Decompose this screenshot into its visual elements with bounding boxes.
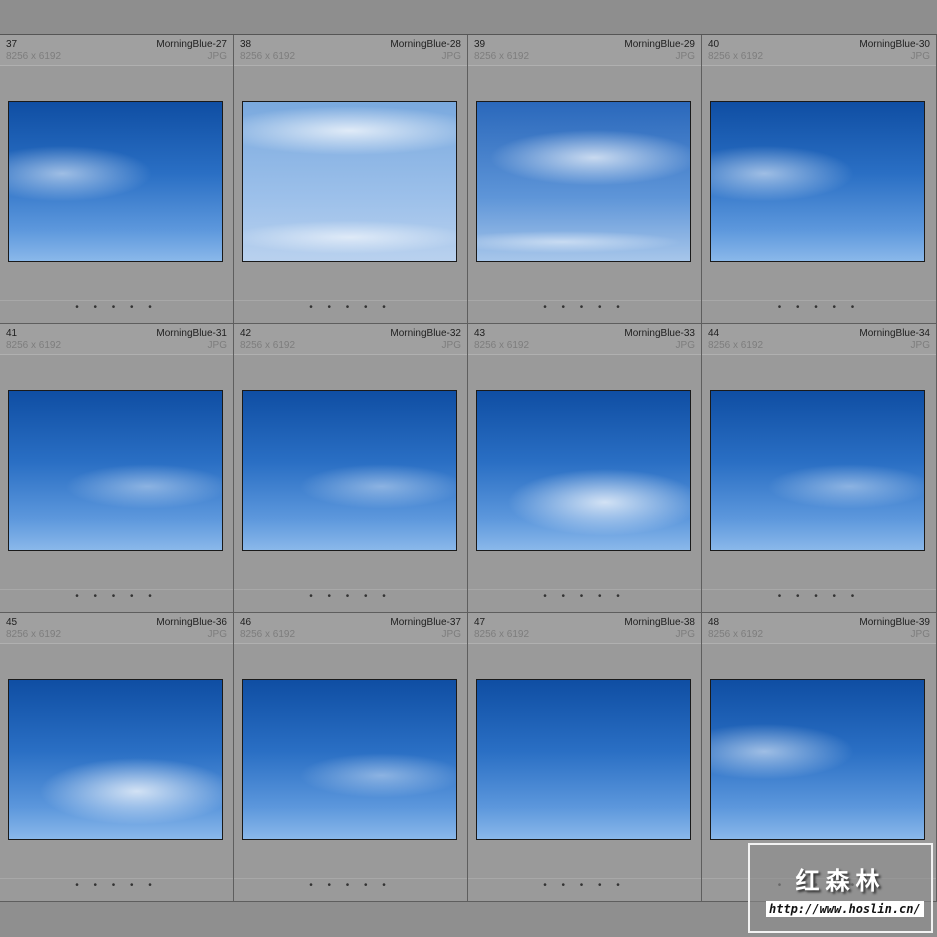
star-rating[interactable]: • • • • •: [468, 589, 701, 610]
photo-cell[interactable]: 39 MorningBlue-29 8256 x 6192 JPG • • • …: [468, 35, 702, 324]
star-rating[interactable]: • • • • •: [468, 878, 701, 899]
watermark-url: http://www.hoslin.cn/: [766, 901, 924, 917]
photo-cell[interactable]: 37 MorningBlue-27 8256 x 6192 JPG • • • …: [0, 35, 234, 324]
photo-cell[interactable]: 46 MorningBlue-37 8256 x 6192 JPG • • • …: [234, 613, 468, 902]
photo-thumbnail[interactable]: [476, 101, 691, 262]
photo-dimensions: 8256 x 6192: [708, 51, 764, 62]
photo-thumbnail[interactable]: [710, 679, 925, 840]
cell-header: 37 MorningBlue-27 8256 x 6192 JPG: [0, 35, 233, 66]
photo-dimensions: 8256 x 6192: [240, 340, 296, 351]
photo-dimensions: 8256 x 6192: [474, 629, 530, 640]
photo-filetype: JPG: [675, 629, 695, 640]
star-rating[interactable]: • • • • •: [0, 589, 233, 610]
photo-dimensions: 8256 x 6192: [6, 51, 62, 62]
photo-thumbnail[interactable]: [8, 390, 223, 551]
photo-filetype: JPG: [441, 51, 461, 62]
photo-thumbnail[interactable]: [242, 679, 457, 840]
star-rating[interactable]: • • • • •: [702, 589, 936, 610]
photo-index: 42: [240, 328, 252, 339]
star-rating[interactable]: • • • • •: [234, 300, 467, 321]
watermark-title: 红森林: [795, 868, 886, 895]
photo-thumbnail[interactable]: [476, 390, 691, 551]
photo-index: 41: [6, 328, 18, 339]
photo-thumbnail[interactable]: [8, 101, 223, 262]
photo-dimensions: 8256 x 6192: [474, 51, 530, 62]
cell-header: 40 MorningBlue-30 8256 x 6192 JPG: [702, 35, 936, 66]
photo-cell[interactable]: 45 MorningBlue-36 8256 x 6192 JPG • • • …: [0, 613, 234, 902]
photo-filetype: JPG: [910, 629, 930, 640]
photo-filename: MorningBlue-30: [859, 39, 930, 50]
photo-cell[interactable]: 41 MorningBlue-31 8256 x 6192 JPG • • • …: [0, 324, 234, 613]
photo-filename: MorningBlue-27: [156, 39, 227, 50]
photo-filetype: JPG: [207, 340, 227, 351]
photo-filename: MorningBlue-31: [156, 328, 227, 339]
photo-cell[interactable]: 47 MorningBlue-38 8256 x 6192 JPG • • • …: [468, 613, 702, 902]
watermark: 红森林 http://www.hoslin.cn/: [748, 843, 933, 933]
photo-filetype: JPG: [207, 51, 227, 62]
photo-index: 47: [474, 617, 486, 628]
photo-cell[interactable]: 43 MorningBlue-33 8256 x 6192 JPG • • • …: [468, 324, 702, 613]
cell-header: 46 MorningBlue-37 8256 x 6192 JPG: [234, 613, 467, 644]
photo-filetype: JPG: [910, 340, 930, 351]
toolbar-area: [0, 0, 937, 35]
photo-cell[interactable]: 42 MorningBlue-32 8256 x 6192 JPG • • • …: [234, 324, 468, 613]
photo-filename: MorningBlue-32: [390, 328, 461, 339]
photo-dimensions: 8256 x 6192: [708, 629, 764, 640]
star-rating[interactable]: • • • • •: [702, 300, 936, 321]
photo-filetype: JPG: [441, 340, 461, 351]
photo-filename: MorningBlue-36: [156, 617, 227, 628]
photo-filetype: JPG: [441, 629, 461, 640]
photo-filename: MorningBlue-28: [390, 39, 461, 50]
photo-filetype: JPG: [675, 340, 695, 351]
star-rating[interactable]: • • • • •: [0, 300, 233, 321]
photo-thumbnail[interactable]: [710, 390, 925, 551]
star-rating[interactable]: • • • • •: [234, 589, 467, 610]
photo-cell[interactable]: 38 MorningBlue-28 8256 x 6192 JPG • • • …: [234, 35, 468, 324]
photo-filetype: JPG: [207, 629, 227, 640]
photo-dimensions: 8256 x 6192: [6, 340, 62, 351]
photo-index: 39: [474, 39, 486, 50]
photo-dimensions: 8256 x 6192: [6, 629, 62, 640]
cell-header: 48 MorningBlue-39 8256 x 6192 JPG: [702, 613, 936, 644]
photo-filename: MorningBlue-39: [859, 617, 930, 628]
cell-header: 38 MorningBlue-28 8256 x 6192 JPG: [234, 35, 467, 66]
photo-index: 38: [240, 39, 252, 50]
photo-index: 37: [6, 39, 18, 50]
photo-index: 40: [708, 39, 720, 50]
photo-cell[interactable]: 44 MorningBlue-34 8256 x 6192 JPG • • • …: [702, 324, 937, 613]
photo-filename: MorningBlue-34: [859, 328, 930, 339]
photo-index: 43: [474, 328, 486, 339]
photo-dimensions: 8256 x 6192: [474, 340, 530, 351]
photo-index: 46: [240, 617, 252, 628]
photo-thumbnail[interactable]: [476, 679, 691, 840]
photo-index: 45: [6, 617, 18, 628]
photo-filetype: JPG: [675, 51, 695, 62]
photo-filename: MorningBlue-33: [624, 328, 695, 339]
photo-dimensions: 8256 x 6192: [240, 629, 296, 640]
photo-thumbnail[interactable]: [242, 390, 457, 551]
cell-header: 45 MorningBlue-36 8256 x 6192 JPG: [0, 613, 233, 644]
photo-filetype: JPG: [910, 51, 930, 62]
photo-dimensions: 8256 x 6192: [240, 51, 296, 62]
star-rating[interactable]: • • • • •: [234, 878, 467, 899]
photo-filename: MorningBlue-38: [624, 617, 695, 628]
cell-header: 39 MorningBlue-29 8256 x 6192 JPG: [468, 35, 701, 66]
cell-header: 43 MorningBlue-33 8256 x 6192 JPG: [468, 324, 701, 355]
star-rating[interactable]: • • • • •: [0, 878, 233, 899]
photo-cell[interactable]: 40 MorningBlue-30 8256 x 6192 JPG • • • …: [702, 35, 937, 324]
photo-dimensions: 8256 x 6192: [708, 340, 764, 351]
cell-header: 42 MorningBlue-32 8256 x 6192 JPG: [234, 324, 467, 355]
cell-header: 47 MorningBlue-38 8256 x 6192 JPG: [468, 613, 701, 644]
photo-thumbnail[interactable]: [242, 101, 457, 262]
photo-grid: 37 MorningBlue-27 8256 x 6192 JPG • • • …: [0, 35, 937, 902]
photo-thumbnail[interactable]: [710, 101, 925, 262]
cell-header: 44 MorningBlue-34 8256 x 6192 JPG: [702, 324, 936, 355]
photo-thumbnail[interactable]: [8, 679, 223, 840]
photo-filename: MorningBlue-29: [624, 39, 695, 50]
cell-header: 41 MorningBlue-31 8256 x 6192 JPG: [0, 324, 233, 355]
star-rating[interactable]: • • • • •: [468, 300, 701, 321]
photo-filename: MorningBlue-37: [390, 617, 461, 628]
photo-index: 44: [708, 328, 720, 339]
photo-index: 48: [708, 617, 720, 628]
